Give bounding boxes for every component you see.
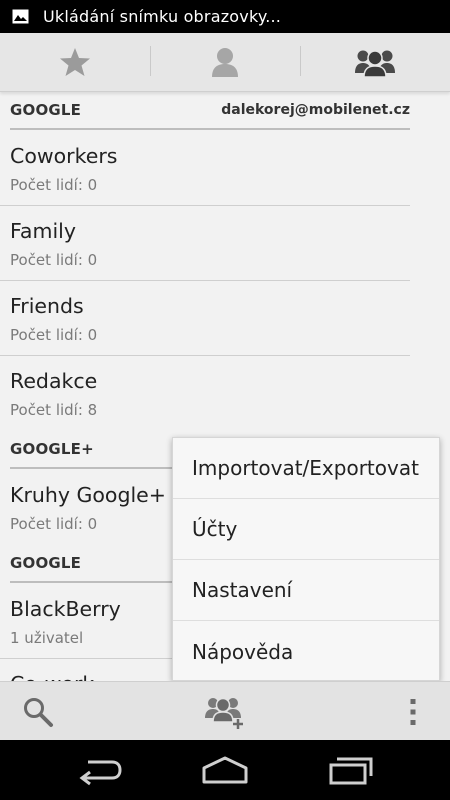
home-button[interactable] bbox=[200, 754, 250, 790]
group-name: Redakce bbox=[10, 369, 98, 393]
add-group-button[interactable] bbox=[200, 682, 250, 741]
tab-groups[interactable] bbox=[300, 33, 450, 91]
image-notification-icon bbox=[12, 9, 29, 24]
recent-apps-button[interactable] bbox=[328, 754, 374, 790]
back-button[interactable] bbox=[76, 754, 122, 790]
star-icon bbox=[60, 48, 90, 76]
system-nav-bar bbox=[0, 740, 450, 800]
menu-item-accounts[interactable]: Účty bbox=[173, 499, 439, 560]
group-count: Počet lidí: 0 bbox=[10, 326, 98, 344]
group-name: Friends bbox=[10, 294, 84, 318]
section-account: dalekorej@mobilenet.cz bbox=[221, 102, 410, 118]
group-row[interactable]: Coworkers Počet lidí: 0 bbox=[0, 131, 410, 206]
group-row[interactable]: Redakce Počet lidí: 8 bbox=[0, 356, 410, 431]
group-count: Počet lidí: 8 bbox=[10, 401, 98, 419]
group-row[interactable]: Friends Počet lidí: 0 bbox=[0, 281, 410, 356]
status-notification-text: Ukládání snímku obrazovky... bbox=[43, 7, 282, 26]
section-title: GOOGLE bbox=[10, 101, 82, 119]
group-name: BlackBerry bbox=[10, 597, 121, 621]
group-count: 1 uživatel bbox=[10, 629, 84, 647]
tab-bar bbox=[0, 33, 450, 92]
group-count: Počet lidí: 0 bbox=[10, 251, 98, 269]
search-button[interactable] bbox=[14, 682, 62, 741]
section-title: GOOGLE bbox=[10, 554, 82, 572]
search-icon bbox=[24, 697, 53, 727]
overflow-menu: Importovat/Exportovat Účty Nastavení Náp… bbox=[172, 437, 440, 681]
person-icon bbox=[212, 48, 238, 77]
action-bar bbox=[0, 681, 450, 740]
group-name: Family bbox=[10, 219, 76, 243]
overflow-menu-icon bbox=[410, 698, 416, 725]
tab-contacts[interactable] bbox=[150, 33, 300, 91]
group-count: Počet lidí: 0 bbox=[10, 515, 98, 533]
overflow-menu-button[interactable] bbox=[396, 682, 430, 741]
menu-item-import-export[interactable]: Importovat/Exportovat bbox=[173, 438, 439, 499]
group-count: Počet lidí: 0 bbox=[10, 176, 98, 194]
group-name: Co-work bbox=[10, 672, 94, 681]
menu-item-help[interactable]: Nápověda bbox=[173, 621, 439, 682]
menu-item-settings[interactable]: Nastavení bbox=[173, 560, 439, 621]
section-title: GOOGLE+ bbox=[10, 440, 94, 458]
tab-favorites[interactable] bbox=[0, 33, 150, 91]
back-icon bbox=[79, 760, 122, 786]
section-header: GOOGLE dalekorej@mobilenet.cz bbox=[10, 92, 410, 130]
group-row[interactable]: Family Počet lidí: 0 bbox=[0, 206, 410, 281]
groups-icon bbox=[355, 50, 395, 77]
status-bar: Ukládání snímku obrazovky... bbox=[0, 0, 450, 33]
group-name: Kruhy Google+ bbox=[10, 483, 166, 507]
add-group-icon bbox=[205, 697, 243, 729]
recent-apps-icon bbox=[329, 757, 373, 785]
home-icon bbox=[202, 756, 248, 784]
group-name: Coworkers bbox=[10, 144, 118, 168]
